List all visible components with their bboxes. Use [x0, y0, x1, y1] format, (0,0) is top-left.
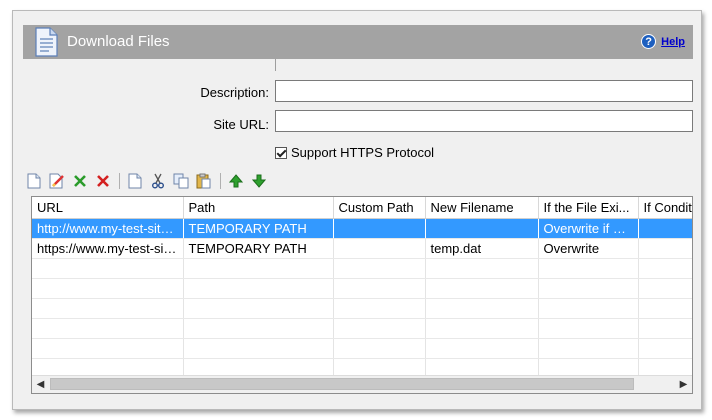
https-checkbox-row[interactable]: Support HTTPS Protocol — [275, 145, 434, 160]
toolbar-separator — [220, 173, 221, 189]
horizontal-scrollbar[interactable]: ◀ ▶ — [32, 375, 692, 393]
page-title: Download Files — [67, 33, 170, 50]
https-checkbox[interactable] — [275, 146, 287, 159]
column-header-if-file-exists[interactable]: If the File Exi... — [538, 197, 639, 219]
move-up-icon[interactable] — [227, 172, 245, 190]
cell-custom-path[interactable] — [333, 238, 426, 259]
cell-if-condition[interactable] — [638, 218, 692, 239]
cell-if-file-exists[interactable]: Overwrite if di... — [538, 218, 639, 239]
cell-path[interactable]: TEMPORARY PATH — [183, 218, 334, 239]
document-icon — [33, 27, 59, 60]
cell-url[interactable]: https://www.my-test-sit... — [32, 238, 184, 259]
copy-page-icon[interactable] — [126, 172, 144, 190]
table-row[interactable]: https://www.my-test-sit... TEMPORARY PAT… — [32, 238, 692, 259]
cell-new-filename[interactable] — [425, 218, 539, 239]
site-url-label: Site URL: — [213, 117, 269, 132]
scroll-left-icon[interactable]: ◀ — [32, 376, 49, 393]
cell-new-filename[interactable]: temp.dat — [425, 238, 539, 259]
dialog-frame: Download Files ? Help Description: Site … — [12, 10, 702, 410]
cell-path[interactable]: TEMPORARY PATH — [183, 238, 334, 259]
grid-header-row: URL Path Custom Path New Filename If the… — [32, 197, 692, 219]
paste-icon[interactable] — [195, 172, 213, 190]
table-row-empty[interactable] — [32, 278, 692, 299]
field-divider — [275, 59, 276, 71]
cut-icon[interactable] — [149, 172, 167, 190]
help-area[interactable]: ? Help — [641, 34, 685, 49]
toolbar-separator — [119, 173, 120, 189]
column-header-if-condition[interactable]: If Condit — [638, 197, 692, 219]
help-icon[interactable]: ? — [641, 34, 657, 49]
delete-icon[interactable] — [94, 172, 112, 190]
table-row-empty[interactable] — [32, 318, 692, 339]
table-row-empty[interactable] — [32, 258, 692, 279]
site-url-input[interactable] — [275, 110, 693, 132]
table-row-empty[interactable] — [32, 298, 692, 319]
description-label: Description: — [200, 85, 269, 100]
description-input[interactable] — [275, 80, 693, 102]
table-row-empty[interactable] — [32, 338, 692, 359]
column-header-new-filename[interactable]: New Filename — [425, 197, 539, 219]
move-down-icon[interactable] — [250, 172, 268, 190]
toolbar — [25, 171, 273, 191]
column-header-path[interactable]: Path — [183, 197, 334, 219]
new-icon[interactable] — [25, 172, 43, 190]
help-link[interactable]: Help — [661, 36, 685, 48]
cell-url[interactable]: http://www.my-test-site.... — [32, 218, 184, 239]
column-header-url[interactable]: URL — [32, 197, 184, 219]
cell-if-condition[interactable] — [638, 238, 692, 259]
cell-custom-path[interactable] — [333, 218, 426, 239]
scrollbar-thumb[interactable] — [50, 378, 634, 390]
edit-icon[interactable] — [48, 172, 66, 190]
scroll-right-icon[interactable]: ▶ — [675, 376, 692, 393]
files-grid[interactable]: URL Path Custom Path New Filename If the… — [31, 196, 693, 394]
table-row[interactable]: http://www.my-test-site.... TEMPORARY PA… — [32, 218, 692, 239]
column-header-custom-path[interactable]: Custom Path — [333, 197, 426, 219]
cell-if-file-exists[interactable]: Overwrite — [538, 238, 639, 259]
accept-icon[interactable] — [71, 172, 89, 190]
https-checkbox-label[interactable]: Support HTTPS Protocol — [291, 145, 434, 160]
header-bar: Download Files ? Help — [23, 25, 693, 59]
duplicate-icon[interactable] — [172, 172, 190, 190]
